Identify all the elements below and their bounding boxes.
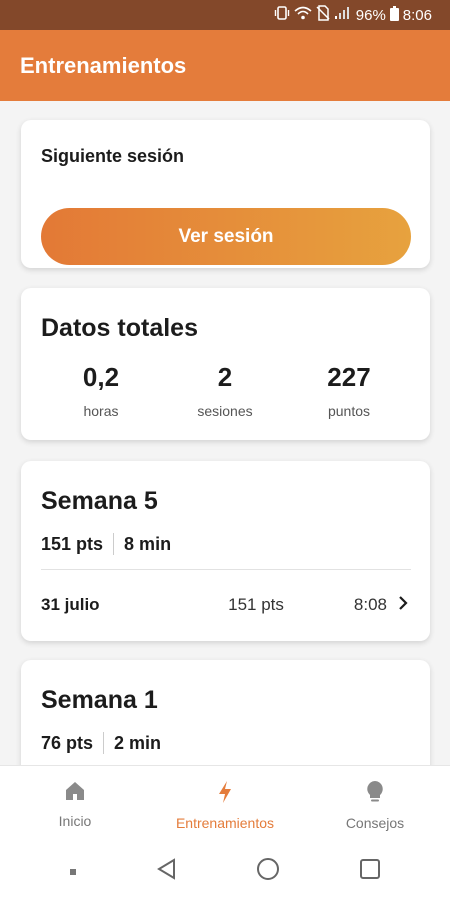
bolt-icon bbox=[216, 780, 234, 809]
week-summary: 151 pts 8 min bbox=[41, 533, 171, 555]
stat-label: sesiones bbox=[197, 403, 253, 419]
week-summary: 76 pts 2 min bbox=[41, 732, 161, 754]
wifi-icon bbox=[294, 6, 312, 24]
stat-hours: 0,2 horas bbox=[41, 362, 161, 419]
signal-icon bbox=[334, 6, 350, 24]
home-circle-icon[interactable] bbox=[256, 857, 280, 886]
page-title: Entrenamientos bbox=[20, 52, 187, 78]
divider bbox=[41, 569, 411, 570]
week-title: Semana 1 bbox=[41, 686, 158, 714]
nav-item-inicio[interactable]: Inicio bbox=[0, 766, 150, 843]
system-navigation-bar bbox=[0, 843, 450, 900]
bottom-navigation: Inicio Entrenamientos Consejos bbox=[0, 765, 450, 843]
week-points: 151 pts bbox=[41, 533, 104, 554]
nav-item-consejos[interactable]: Consejos bbox=[300, 766, 450, 843]
stat-sessions: 2 sesiones bbox=[165, 362, 285, 419]
overview-square-icon[interactable] bbox=[359, 858, 381, 885]
totals-card: Datos totales 0,2 horas 2 sesiones 227 p… bbox=[21, 288, 430, 440]
totals-title: Datos totales bbox=[41, 314, 198, 342]
week-card: Semana 5 151 pts 8 min 31 julio 151 pts … bbox=[21, 461, 430, 641]
session-time: 8:08 bbox=[353, 595, 387, 614]
home-icon bbox=[64, 780, 86, 807]
no-sim-icon bbox=[316, 5, 330, 25]
app-bar: Entrenamientos bbox=[0, 30, 450, 101]
content-scroll-area[interactable]: Siguiente sesión Ver sesión Datos totale… bbox=[0, 101, 450, 765]
week-points: 76 pts bbox=[41, 732, 94, 753]
recents-dot-icon[interactable] bbox=[69, 863, 77, 881]
chevron-right-icon bbox=[397, 595, 411, 616]
divider bbox=[103, 732, 105, 754]
next-session-title: Siguiente sesión bbox=[41, 146, 185, 166]
session-points: 151 pts bbox=[228, 595, 284, 614]
stat-value: 2 bbox=[217, 362, 233, 392]
stat-value: 0,2 bbox=[82, 362, 120, 392]
nav-label: Entrenamientos bbox=[175, 815, 275, 831]
stat-value: 227 bbox=[327, 362, 371, 392]
week-title: Semana 5 bbox=[41, 487, 158, 515]
session-date: 31 julio bbox=[41, 595, 100, 614]
week-duration: 8 min bbox=[124, 533, 172, 554]
back-icon[interactable] bbox=[156, 858, 178, 885]
view-session-button[interactable]: Ver sesión bbox=[41, 208, 411, 265]
stat-label: horas bbox=[83, 403, 119, 419]
clock: 8:06 bbox=[402, 6, 432, 24]
stat-label: puntos bbox=[327, 403, 371, 419]
week-card: Semana 1 76 pts 2 min bbox=[21, 660, 430, 765]
nav-label: Inicio bbox=[58, 813, 92, 829]
vibrate-icon bbox=[274, 6, 290, 24]
status-bar: 96% 8:06 bbox=[0, 0, 450, 30]
battery-level: 96% bbox=[355, 6, 386, 24]
nav-item-entrenamientos[interactable]: Entrenamientos bbox=[150, 766, 300, 843]
session-row[interactable]: 31 julio 151 pts 8:08 bbox=[41, 583, 411, 627]
battery-icon bbox=[389, 5, 399, 25]
lightbulb-icon bbox=[365, 780, 385, 809]
stat-points: 227 puntos bbox=[289, 362, 409, 419]
week-duration: 2 min bbox=[114, 732, 162, 753]
next-session-card: Siguiente sesión Ver sesión bbox=[21, 120, 430, 268]
nav-label: Consejos bbox=[345, 815, 405, 831]
divider bbox=[113, 533, 115, 555]
